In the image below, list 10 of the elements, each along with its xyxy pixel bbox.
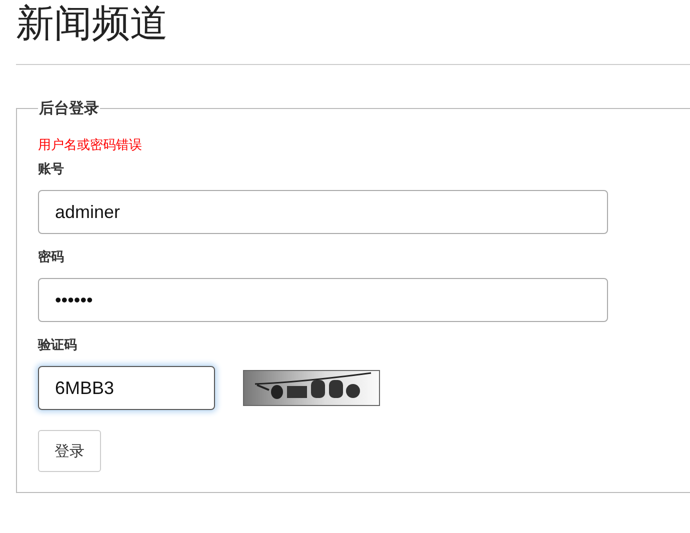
field-label: 验证码: [38, 337, 78, 354]
error-message: 用户名或密码错误: [38, 137, 142, 154]
password-field[interactable]: ••••••: [38, 278, 608, 322]
login-button[interactable]: 登录: [38, 430, 101, 472]
panel-legend: 后台登录: [38, 99, 100, 118]
captcha-field[interactable]: 6MBB3: [38, 366, 215, 410]
field-label: 账号: [38, 161, 65, 178]
account-field[interactable]: adminer: [38, 190, 608, 234]
field-label: 密码: [38, 248, 65, 266]
page-title: 新闻频道: [15, 0, 169, 47]
